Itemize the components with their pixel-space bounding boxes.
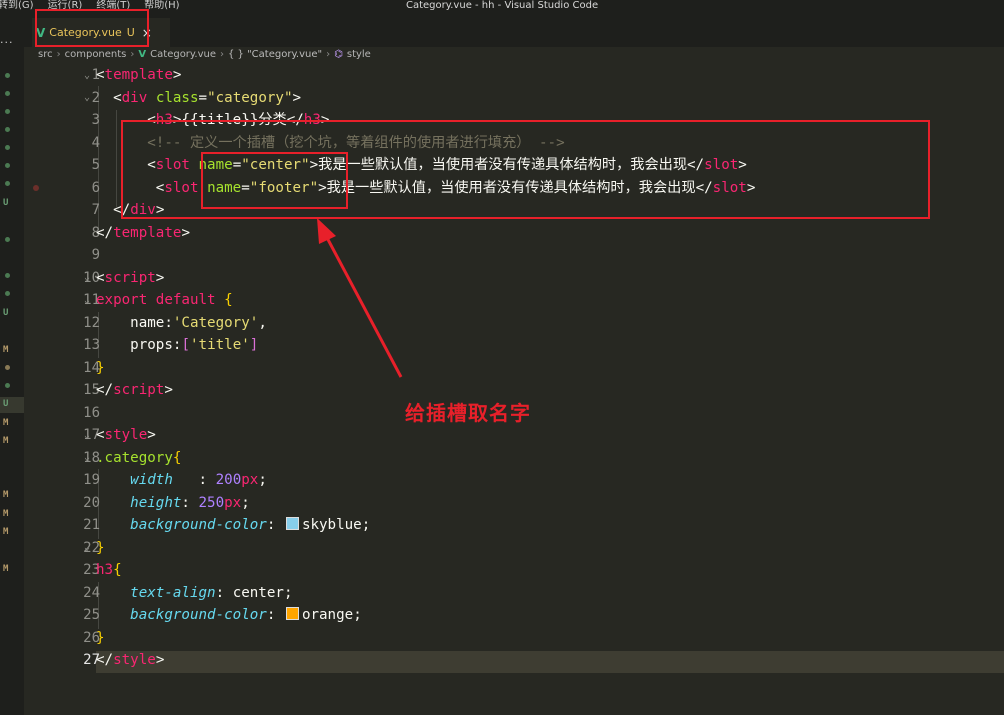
annotation-arrow [317, 218, 403, 378]
annotation-label: 给插槽取名字 [405, 401, 531, 425]
